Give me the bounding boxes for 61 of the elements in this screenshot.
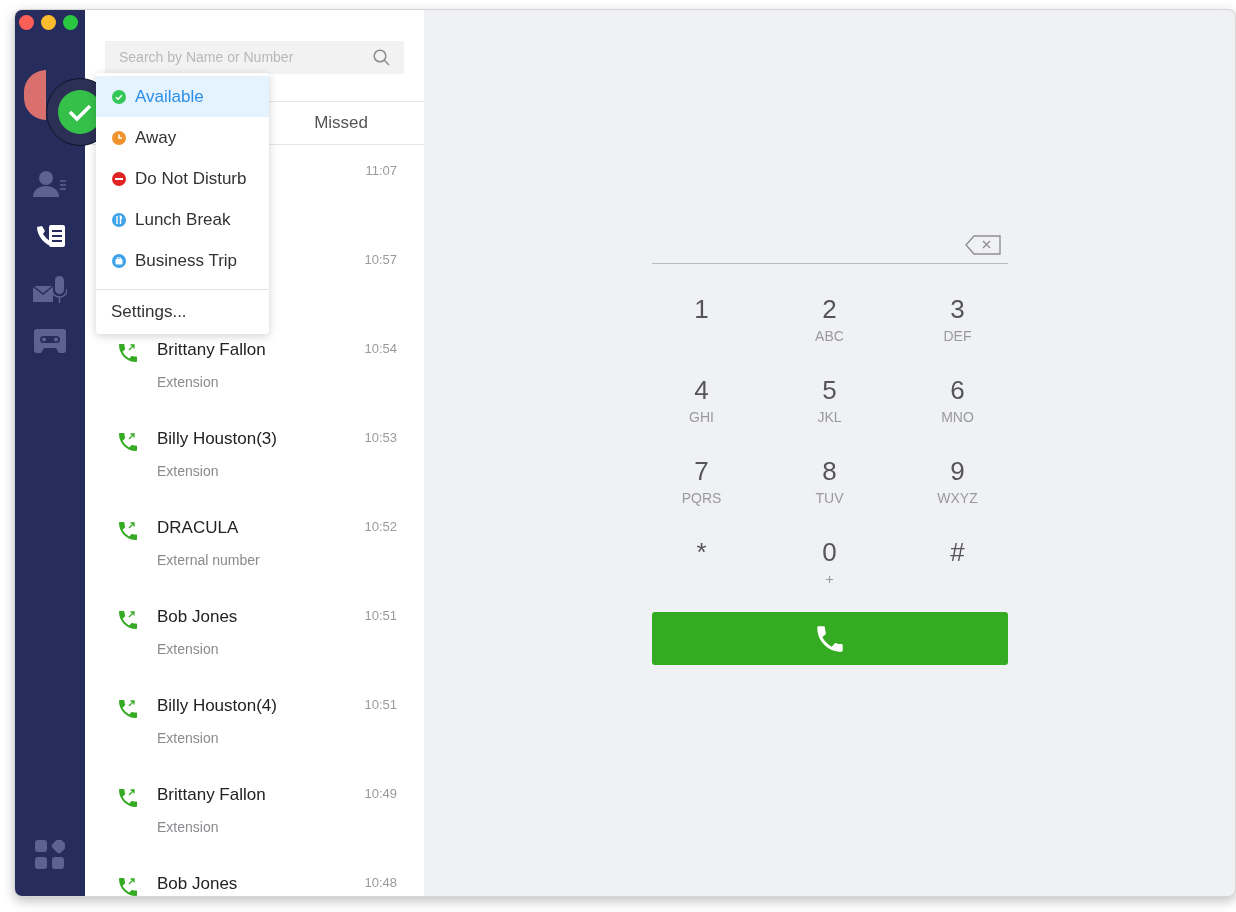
- call-type: Extension: [157, 373, 220, 392]
- outgoing-call-icon: [116, 697, 140, 721]
- dial-key[interactable]: 8 TUV: [789, 456, 870, 517]
- outgoing-call-icon: [116, 786, 140, 810]
- call-row[interactable]: DRACULA External number 10:52: [85, 501, 424, 590]
- outgoing-call-icon: [116, 608, 140, 632]
- call-time: 10:51: [364, 696, 397, 714]
- call-type: Extension: [157, 640, 220, 659]
- status-option[interactable]: Away: [96, 117, 269, 158]
- dial-key[interactable]: 7 PQRS: [661, 456, 742, 517]
- person-list-icon[interactable]: [33, 170, 67, 198]
- dial-key[interactable]: *: [661, 537, 742, 598]
- call-row[interactable]: Billy Houston(4) Extension 10:51: [85, 679, 424, 768]
- dial-key[interactable]: #: [917, 537, 998, 598]
- call-time: 10:53: [364, 429, 397, 447]
- close-window-button[interactable]: [19, 15, 34, 30]
- call-time: 10:54: [364, 340, 397, 358]
- call-row[interactable]: Brittany Fallon Extension 10:49: [85, 768, 424, 857]
- call-time: 10:48: [364, 874, 397, 892]
- dial-key[interactable]: 9 WXYZ: [917, 456, 998, 517]
- call-time: 10:52: [364, 518, 397, 536]
- search-icon[interactable]: [373, 49, 390, 66]
- contact-name: Brittany Fallon: [157, 784, 267, 806]
- search-bar[interactable]: Search by Name or Number: [105, 41, 404, 74]
- maximize-window-button[interactable]: [63, 15, 78, 30]
- dial-key[interactable]: 4 GHI: [661, 375, 742, 436]
- app-grid-icon[interactable]: [35, 840, 65, 870]
- cassette-icon[interactable]: [34, 329, 66, 353]
- call-time: 10:49: [364, 785, 397, 803]
- dial-key[interactable]: 1: [661, 294, 742, 355]
- call-time: 10:51: [364, 607, 397, 625]
- outgoing-call-icon: [116, 519, 140, 543]
- status-option[interactable]: Do Not Disturb: [96, 158, 269, 199]
- call-type: Extension: [157, 818, 220, 837]
- call-row[interactable]: Bob Jones Extension 10:51: [85, 590, 424, 679]
- dial-key[interactable]: 2 ABC: [789, 294, 870, 355]
- backspace-icon[interactable]: [963, 233, 1002, 256]
- dial-key[interactable]: 6 MNO: [917, 375, 998, 436]
- mail-microphone-icon[interactable]: [33, 276, 67, 304]
- contact-name: Brittany Fallon: [157, 339, 267, 361]
- status-option[interactable]: Lunch Break: [96, 199, 269, 240]
- contact-name: Billy Houston(3): [157, 428, 278, 450]
- contact-name: DRACULA: [157, 517, 240, 539]
- dial-key[interactable]: 5 JKL: [789, 375, 870, 436]
- call-row[interactable]: Bob Jones 10:48: [85, 857, 424, 896]
- dial-key[interactable]: 3 DEF: [917, 294, 998, 355]
- outgoing-call-icon: [116, 430, 140, 454]
- call-row[interactable]: Billy Houston(3) Extension 10:53: [85, 412, 424, 501]
- search-field[interactable]: Search by Name or Number: [119, 47, 373, 68]
- outgoing-call-icon: [116, 875, 140, 896]
- minimize-window-button[interactable]: [41, 15, 56, 30]
- call-type: External number: [157, 551, 261, 570]
- call-type: Extension: [157, 729, 220, 748]
- missed-tab[interactable]: Missed: [314, 110, 368, 136]
- call-type: Extension: [157, 462, 220, 481]
- contact-name: Billy Houston(4): [157, 695, 278, 717]
- outgoing-call-icon: [116, 341, 140, 365]
- contact-name: Bob Jones: [157, 606, 239, 628]
- status-option[interactable]: Business Trip: [96, 240, 269, 281]
- contact-name: Bob Jones: [157, 873, 239, 895]
- dial-key[interactable]: 0 +: [789, 537, 870, 598]
